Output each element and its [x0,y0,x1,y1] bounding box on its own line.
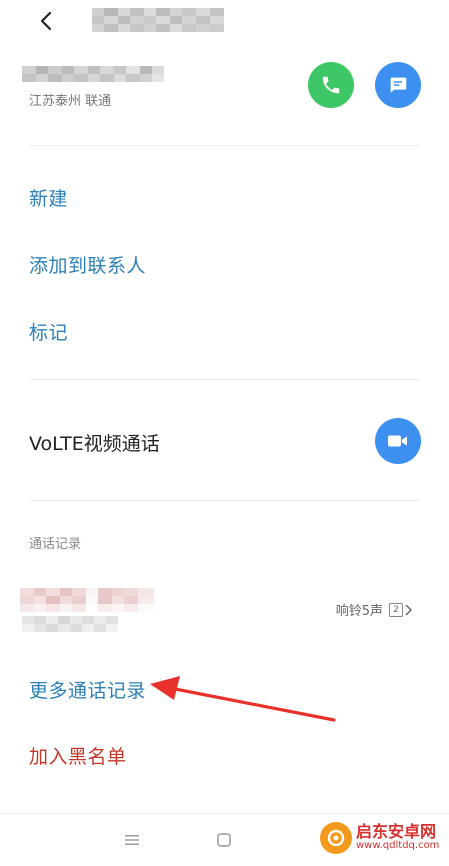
back-arrow-icon[interactable] [36,10,58,32]
volte-video-call-label[interactable]: VoLTE视频通话 [29,429,160,456]
more-call-logs-link[interactable]: 更多通话记录 [29,676,146,703]
watermark-logo-icon [320,822,352,854]
chevron-right-icon [405,603,412,616]
redacted-call-log-number [20,588,154,612]
watermark-title: 启东安卓网 [356,822,437,842]
redacted-phone-number [22,66,164,82]
mark-action[interactable]: 标记 [29,318,68,345]
phone-icon [322,76,340,94]
message-icon [390,77,407,93]
video-camera-icon [388,435,407,447]
add-to-contacts-action[interactable]: 添加到联系人 [29,251,146,278]
annotation-arrow-icon [150,676,336,722]
ring-count-label: 响铃5声 [335,604,383,619]
divider [29,500,420,501]
site-watermark: 启东安卓网 www.qdltdq.com [320,822,439,854]
divider [29,379,420,380]
home-icon[interactable] [216,832,232,848]
call-button[interactable] [308,62,354,108]
message-button[interactable] [375,62,421,108]
watermark-url: www.qdltdq.com [356,840,440,852]
contact-location: 江苏泰州 联通 [29,94,112,109]
video-call-button[interactable] [375,418,421,464]
new-contact-action[interactable]: 新建 [29,184,68,211]
divider [29,145,420,146]
menu-icon[interactable] [124,832,140,848]
call-log-entry-status: 响铃5声 2 [336,600,412,619]
sim-card-icon: 2 [389,602,403,617]
redacted-call-log-time [22,616,118,632]
redacted-title [92,8,224,32]
call-log-section-title: 通话记录 [29,537,82,552]
add-to-blacklist-action[interactable]: 加入黑名单 [29,742,127,769]
